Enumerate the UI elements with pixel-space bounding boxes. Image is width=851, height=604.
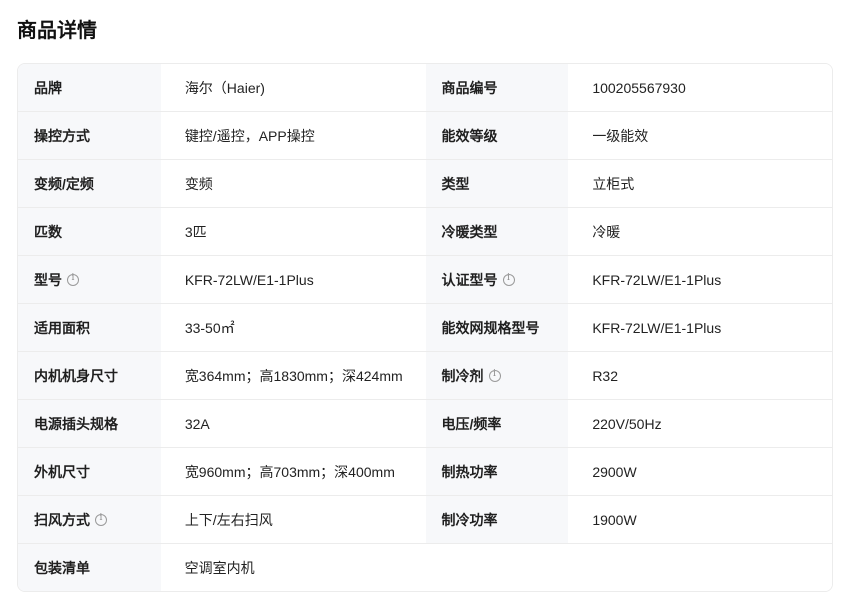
spec-label-cert-model-text: 认证型号 — [441, 271, 498, 288]
table-row: 型号 KFR-72LW/E1-1Plus 认证型号 KFR-72LW/E1-1P… — [18, 256, 832, 304]
spec-value-plug: 32A — [160, 400, 426, 447]
spec-label-horsepower: 匹数 — [18, 208, 161, 255]
spec-value-brand: 海尔（Haier) — [160, 64, 426, 111]
page-title: 商品详情 — [17, 20, 97, 42]
spec-label-cooling-power: 制冷功率 — [425, 496, 569, 543]
table-row: 操控方式 键控/遥控，APP操控 能效等级 一级能效 — [18, 112, 832, 160]
spec-value-energy-grade: 一级能效 — [568, 112, 832, 159]
table-row: 电源插头规格 32A 电压/频率 220V/50Hz — [18, 400, 832, 448]
info-circle-icon[interactable] — [502, 273, 515, 286]
spec-label-voltage: 电压/频率 — [425, 400, 569, 447]
spec-value-voltage: 220V/50Hz — [568, 400, 832, 447]
spec-label-heat-cool: 冷暖类型 — [425, 208, 569, 255]
spec-value-energy-model: KFR-72LW/E1-1Plus — [568, 304, 832, 351]
spec-value-inverter: 变频 — [160, 160, 426, 207]
spec-table: 品牌 海尔（Haier) 商品编号 100205567930 操控方式 键控/遥… — [17, 63, 833, 592]
spec-label-brand: 品牌 — [18, 64, 161, 111]
spec-value-indoor-size: 宽364mm；高1830mm；深424mm — [160, 352, 426, 399]
table-row: 匹数 3匹 冷暖类型 冷暖 — [18, 208, 832, 256]
spec-label-sku: 商品编号 — [425, 64, 569, 111]
table-row: 品牌 海尔（Haier) 商品编号 100205567930 — [18, 64, 832, 112]
table-row: 适用面积 33-50㎡ 能效网规格型号 KFR-72LW/E1-1Plus — [18, 304, 832, 352]
spec-value-package: 空调室内机 — [160, 544, 832, 591]
table-row: 扫风方式 上下/左右扫风 制冷功率 1900W — [18, 496, 832, 544]
spec-value-type: 立柜式 — [568, 160, 832, 207]
info-circle-icon[interactable] — [488, 369, 501, 382]
spec-value-cert-model: KFR-72LW/E1-1Plus — [568, 256, 832, 303]
spec-value-horsepower: 3匹 — [160, 208, 426, 255]
spec-label-outdoor-size: 外机尺寸 — [18, 448, 161, 495]
spec-value-area: 33-50㎡ — [160, 304, 426, 351]
info-circle-icon[interactable] — [95, 513, 107, 526]
spec-value-control: 键控/遥控，APP操控 — [160, 112, 426, 159]
spec-label-area: 适用面积 — [18, 304, 161, 351]
spec-label-airflow-text: 扫风方式 — [34, 511, 90, 528]
spec-value-heat-cool: 冷暖 — [568, 208, 832, 255]
spec-label-model-text: 型号 — [34, 271, 62, 288]
table-row: 变频/定频 变频 类型 立柜式 — [18, 160, 832, 208]
spec-label-control: 操控方式 — [18, 112, 161, 159]
spec-value-refrigerant: R32 — [568, 352, 832, 399]
spec-label-indoor-size: 内机机身尺寸 — [18, 352, 161, 399]
spec-label-inverter: 变频/定频 — [18, 160, 161, 207]
spec-label-cert-model: 认证型号 — [425, 256, 569, 303]
spec-label-airflow: 扫风方式 — [18, 496, 161, 543]
info-circle-icon[interactable] — [67, 273, 79, 286]
spec-value-sku: 100205567930 — [568, 64, 832, 111]
spec-value-airflow: 上下/左右扫风 — [160, 496, 426, 543]
spec-label-refrigerant-text: 制冷剂 — [441, 367, 484, 384]
spec-value-heating-power: 2900W — [568, 448, 832, 495]
table-row: 外机尺寸 宽960mm；高703mm；深400mm 制热功率 2900W — [18, 448, 832, 496]
table-row: 包装清单 空调室内机 — [18, 544, 832, 591]
spec-value-cooling-power: 1900W — [568, 496, 832, 543]
spec-label-refrigerant: 制冷剂 — [425, 352, 569, 399]
spec-label-package: 包装清单 — [18, 544, 161, 591]
spec-value-outdoor-size: 宽960mm；高703mm；深400mm — [160, 448, 426, 495]
spec-label-energy-grade: 能效等级 — [425, 112, 569, 159]
spec-value-model: KFR-72LW/E1-1Plus — [160, 256, 426, 303]
spec-label-energy-model: 能效网规格型号 — [425, 304, 569, 351]
spec-label-model: 型号 — [18, 256, 161, 303]
table-row: 内机机身尺寸 宽364mm；高1830mm；深424mm 制冷剂 R32 — [18, 352, 832, 400]
spec-label-heating-power: 制热功率 — [425, 448, 569, 495]
spec-label-plug: 电源插头规格 — [18, 400, 161, 447]
spec-label-type: 类型 — [425, 160, 569, 207]
